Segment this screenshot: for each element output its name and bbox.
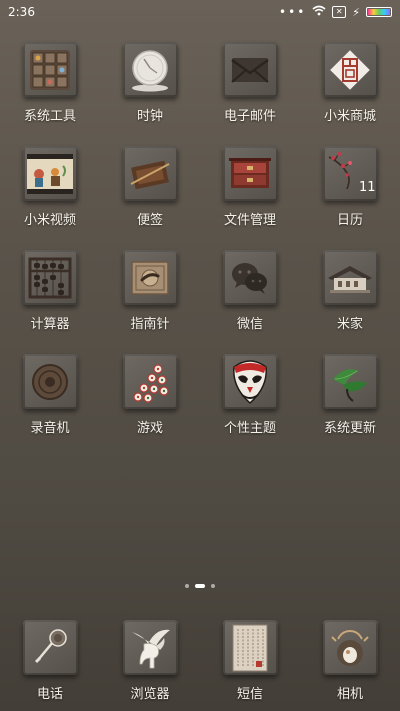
app-label: 指南针 (130, 317, 170, 332)
app-mi-video[interactable]: 小米视频 (0, 146, 100, 228)
app-themes[interactable]: 个性主题 (200, 354, 300, 436)
app-label: 电子邮件 (223, 109, 276, 124)
app-label: 相机 (336, 687, 363, 702)
app-notes[interactable]: 便签 (100, 146, 200, 228)
calendar-date: 11 (359, 180, 375, 195)
app-label: 日历 (336, 213, 363, 228)
cabinet-icon (222, 146, 278, 201)
app-label: 个性主题 (223, 421, 276, 436)
app-mi-store[interactable]: 小米商城 (300, 42, 400, 124)
dock: 电话 浏览器 短信 相机 (0, 620, 400, 702)
app-clock[interactable]: 时钟 (100, 42, 200, 124)
app-recorder[interactable]: 录音机 (0, 354, 100, 436)
app-label: 电话 (36, 687, 63, 702)
abacus-icon (22, 250, 78, 305)
page-dot[interactable] (185, 584, 189, 588)
app-label: 计算器 (30, 317, 70, 332)
clock-icon (122, 42, 178, 97)
app-label: 录音机 (30, 421, 70, 436)
app-system-tools[interactable]: 系统工具 (0, 42, 100, 124)
no-sim-icon: ✕ (332, 6, 347, 18)
camera-pot-icon (322, 620, 378, 675)
envelope-icon (222, 42, 278, 97)
notes-icon (122, 146, 178, 201)
app-calendar[interactable]: 11 日历 (300, 146, 400, 228)
chess-icon (122, 354, 178, 409)
battery-icon (366, 7, 392, 17)
app-games[interactable]: 游戏 (100, 354, 200, 436)
calligraphy-icon (222, 620, 278, 675)
seal-icon (322, 42, 378, 97)
app-label: 便签 (136, 213, 163, 228)
app-label: 时钟 (136, 109, 163, 124)
opera-mask-icon (222, 354, 278, 409)
app-file-manager[interactable]: 文件管理 (200, 146, 300, 228)
video-painting-icon (22, 146, 78, 201)
status-bar: 2:36 ••• ✕ ⚡ (0, 0, 400, 24)
toolbox-icon (22, 42, 78, 97)
app-browser[interactable]: 浏览器 (100, 620, 200, 702)
app-label: 系统更新 (323, 421, 376, 436)
app-camera[interactable]: 相机 (300, 620, 400, 702)
leaf-icon (322, 354, 378, 409)
app-label: 小米视频 (23, 213, 76, 228)
house-icon (322, 250, 378, 305)
app-label: 文件管理 (223, 213, 276, 228)
app-label: 系统工具 (23, 109, 76, 124)
plum-calendar-icon: 11 (322, 146, 378, 201)
pegasus-icon (122, 620, 178, 675)
app-compass[interactable]: 指南针 (100, 250, 200, 332)
app-calculator[interactable]: 计算器 (0, 250, 100, 332)
app-mi-home[interactable]: 米家 (300, 250, 400, 332)
record-icon (22, 354, 78, 409)
charging-icon: ⚡ (352, 5, 360, 19)
app-label: 浏览器 (130, 687, 170, 702)
app-email[interactable]: 电子邮件 (200, 42, 300, 124)
app-label: 米家 (336, 317, 363, 332)
app-phone[interactable]: 电话 (0, 620, 100, 702)
app-label: 游戏 (136, 421, 163, 436)
app-label: 短信 (236, 687, 263, 702)
app-wechat[interactable]: 微信 (200, 250, 300, 332)
compass-icon (122, 250, 178, 305)
app-label: 微信 (236, 317, 263, 332)
wifi-icon (312, 5, 326, 19)
status-time: 2:36 (8, 5, 35, 19)
page-dot[interactable] (211, 584, 215, 588)
app-system-update[interactable]: 系统更新 (300, 354, 400, 436)
app-grid: 系统工具 时钟 电子邮件 小米商城 小米视频 便签 文件管理 11 日历 计算器… (0, 42, 400, 436)
page-dot-active[interactable] (195, 584, 205, 588)
app-label: 小米商城 (323, 109, 376, 124)
page-indicator[interactable] (0, 584, 400, 588)
app-messages[interactable]: 短信 (200, 620, 300, 702)
phone-icon (22, 620, 78, 675)
more-notifications-icon: ••• (279, 5, 307, 19)
chat-icon (222, 250, 278, 305)
